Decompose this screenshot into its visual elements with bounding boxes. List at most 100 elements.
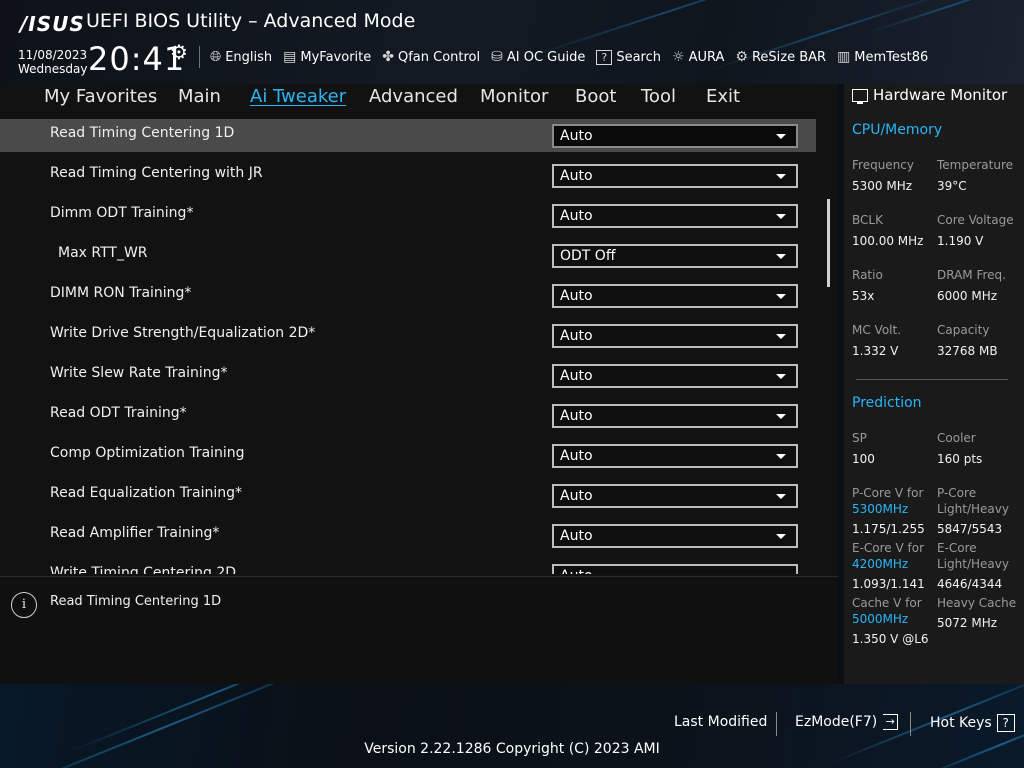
setting-dropdown[interactable]: Auto [552,164,798,188]
memtest86-button[interactable]: ▥ MemTest86 [837,49,928,65]
pcore-v-label-text: P-Core V for [852,486,924,500]
tab-ai-tweaker[interactable]: Ai Tweaker [250,86,346,107]
tab-my-favorites[interactable]: My Favorites [44,86,157,107]
tab-exit[interactable]: Exit [706,86,740,107]
mc-volt-label: MC Volt. [852,323,902,337]
footer: Last Modified EzMode(F7) → Hot Keys ? Ve… [0,684,1024,768]
setting-label: Max RTT_WR [58,245,148,261]
resize-bar-button[interactable]: ⚙ ReSize BAR [735,49,826,65]
hot-keys-label: Hot Keys [930,715,992,731]
tab-tool[interactable]: Tool [641,86,676,107]
setting-row[interactable]: Read Equalization Training* Auto [0,479,816,512]
dropdown-value: Auto [560,328,593,344]
divider [910,712,911,736]
date-display: 11/08/2023 Wednesday [18,48,87,76]
ecore-v-freq: 4200MHz [852,557,909,571]
dropdown-value: ODT Off [560,248,616,264]
setting-dropdown[interactable]: Auto [552,524,798,548]
setting-dropdown[interactable]: Auto [552,444,798,468]
setting-dropdown[interactable]: Auto [552,284,798,308]
setting-dropdown[interactable]: Auto [552,364,798,388]
ecore-v-label: E-Core V for 4200MHz [852,540,924,572]
weekday-text: Wednesday [18,62,88,76]
setting-row[interactable]: Write Slew Rate Training* Auto [0,359,816,392]
globe-icon: 🌐︎ [210,49,222,65]
last-modified-label: Last Modified [674,714,768,730]
language-button[interactable]: 🌐︎ English [210,49,272,65]
tab-monitor[interactable]: Monitor [480,86,548,107]
help-text: Read Timing Centering 1D [50,594,222,609]
aura-label: AURA [688,49,725,65]
last-modified-button[interactable]: Last Modified [674,714,767,730]
setting-row[interactable]: Write Drive Strength/Equalization 2D* Au… [0,319,816,352]
hot-keys-button[interactable]: Hot Keys ? [930,714,1015,732]
frequency-value: 5300 MHz [852,179,913,193]
chevron-down-icon [776,534,786,539]
setting-dropdown[interactable]: Auto [552,404,798,428]
setting-row[interactable]: Comp Optimization Training Auto [0,439,816,472]
chevron-down-icon [776,414,786,419]
tab-main[interactable]: Main [178,86,221,107]
setting-row[interactable]: Read Timing Centering with JR Auto [0,159,816,192]
setting-dropdown[interactable]: Auto [552,484,798,508]
mc-volt-value: 1.332 V [852,344,899,358]
heavy-cache-label: Heavy Cache [937,596,1017,610]
cooler-value: 160 pts [937,452,983,466]
tab-boot[interactable]: Boot [575,86,616,107]
setting-label: Write Slew Rate Training* [50,365,228,381]
setting-label: Write Drive Strength/Equalization 2D* [50,325,316,341]
setting-label: Read Equalization Training* [50,485,243,501]
pcore-lh-label: P-Core Light/Heavy [937,485,1009,517]
cache-v-label: Cache V for 5000MHz [852,595,922,627]
pcore-lh-value: 5847/5543 [937,522,1003,536]
scrollbar-thumb[interactable] [827,199,830,287]
fan-icon: ✤ [382,49,394,65]
version-text: Version 2.22.1286 Copyright (C) 2023 AMI [364,741,660,757]
setting-row[interactable]: Read ODT Training* Auto [0,399,816,432]
ratio-value: 53x [852,289,875,303]
ecore-v-value: 1.093/1.141 [852,577,925,591]
ecore-lh-label-1: E-Core [937,541,977,555]
question-icon: ? [996,714,1015,732]
chevron-down-icon [776,294,786,299]
chevron-down-icon [776,494,786,499]
gear-icon[interactable]: ⚙ [170,40,188,64]
setting-dropdown[interactable]: ODT Off [552,244,798,268]
setting-label: DIMM RON Training* [50,285,192,301]
aura-light-icon: ☼ [672,49,685,65]
capacity-value: 32768 MB [937,344,998,358]
bclk-value: 100.00 MHz [852,234,924,248]
setting-row[interactable]: Read Amplifier Training* Auto [0,519,816,552]
chevron-down-icon [776,134,786,139]
setting-row[interactable]: DIMM RON Training* Auto [0,279,816,312]
setting-row[interactable]: Max RTT_WR ODT Off [0,239,816,272]
setting-row[interactable]: Write Timing Centering 2D Auto [0,559,816,574]
tab-bar: My Favorites Main Ai Tweaker Advanced Mo… [0,84,838,118]
setting-row[interactable]: Read Timing Centering 1D Auto [0,119,816,152]
setting-dropdown[interactable]: Auto [552,324,798,348]
setting-dropdown[interactable]: Auto [552,204,798,228]
ecore-v-label-text: E-Core V for [852,541,925,555]
search-button[interactable]: ? Search [596,49,661,65]
favorite-list-icon: ▤ [283,49,297,65]
dropdown-value: Auto [560,208,593,224]
chevron-down-icon [776,254,786,259]
ai-oc-guide-button[interactable]: ⛁ AI OC Guide [491,49,585,65]
ecore-lh-label-2: Light/Heavy [937,557,1009,571]
app-title: UEFI BIOS Utility – Advanced Mode [86,10,416,32]
setting-dropdown[interactable]: Auto [552,564,798,574]
setting-row[interactable]: Dimm ODT Training* Auto [0,199,816,232]
myfavorite-button[interactable]: ▤ MyFavorite [283,49,371,65]
setting-dropdown[interactable]: Auto [552,124,798,148]
toolbar: 🌐︎ English ▤ MyFavorite ✤ Qfan Control ⛁… [210,46,939,68]
dropdown-value: Auto [560,368,593,384]
capacity-label: Capacity [937,323,990,337]
dropdown-value: Auto [560,566,593,574]
resize-bar-icon: ⚙ [735,49,748,65]
aura-button[interactable]: ☼ AURA [672,49,724,65]
tab-advanced[interactable]: Advanced [369,86,458,107]
qfan-control-button[interactable]: ✤ Qfan Control [382,49,480,65]
chevron-down-icon [776,334,786,339]
pcore-v-label: P-Core V for 5300MHz [852,485,923,517]
ezmode-button[interactable]: EzMode(F7) → [795,714,899,730]
